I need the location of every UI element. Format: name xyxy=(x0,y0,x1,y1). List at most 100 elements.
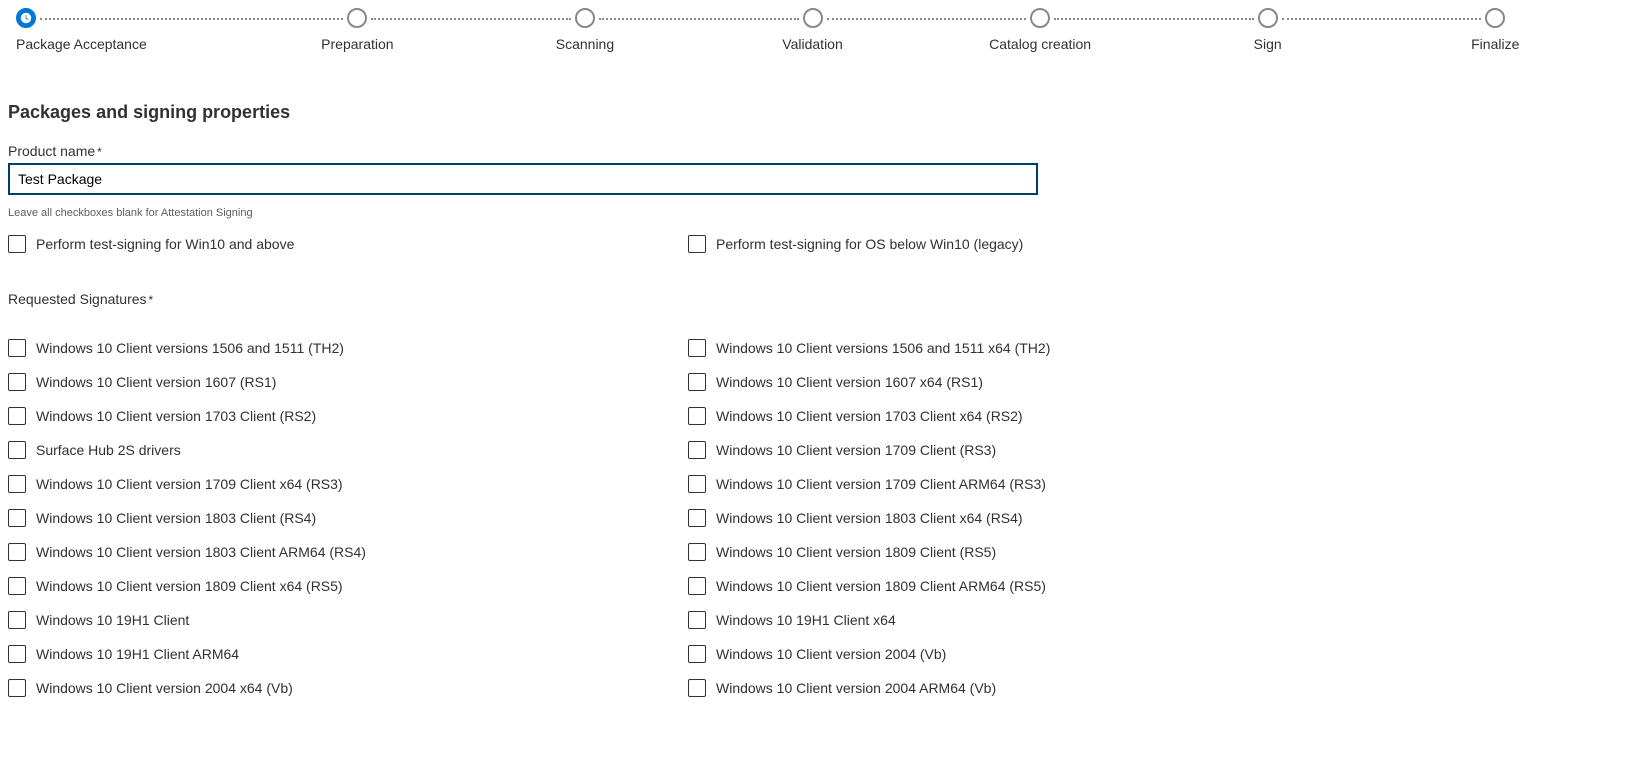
signature-label[interactable]: Windows 10 Client versions 1506 and 1511… xyxy=(716,340,1050,356)
signature-label[interactable]: Windows 10 Client version 1803 Client x6… xyxy=(716,510,1023,526)
step-label: Scanning xyxy=(556,36,614,52)
step-connector xyxy=(827,18,1027,20)
signature-checkbox[interactable] xyxy=(688,611,706,629)
step-connector xyxy=(1282,18,1482,20)
signature-label[interactable]: Surface Hub 2S drivers xyxy=(36,442,181,458)
signature-option: Windows 10 Client version 1709 Client AR… xyxy=(688,467,1328,501)
signature-checkbox[interactable] xyxy=(8,475,26,493)
signature-option: Windows 10 Client version 1809 Client AR… xyxy=(688,569,1328,603)
step-label: Catalog creation xyxy=(989,36,1091,52)
signature-option: Windows 10 Client version 1803 Client x6… xyxy=(688,501,1328,535)
signature-label[interactable]: Windows 10 19H1 Client x64 xyxy=(716,612,896,628)
test-sign-win10-checkbox[interactable] xyxy=(8,235,26,253)
signature-label[interactable]: Windows 10 Client version 1607 (RS1) xyxy=(36,374,276,390)
signature-checkbox[interactable] xyxy=(8,577,26,595)
step-scanning[interactable]: Scanning xyxy=(471,8,699,52)
requested-signatures-label: Requested Signatures xyxy=(8,291,1617,307)
signature-label[interactable]: Windows 10 Client versions 1506 and 1511… xyxy=(36,340,344,356)
signature-checkbox[interactable] xyxy=(8,509,26,527)
signature-option: Windows 10 Client version 1703 Client x6… xyxy=(688,399,1328,433)
signature-checkbox[interactable] xyxy=(8,611,26,629)
step-circle-icon xyxy=(1030,8,1050,28)
signature-checkbox[interactable] xyxy=(688,475,706,493)
signature-label[interactable]: Windows 10 Client version 1809 Client (R… xyxy=(716,544,996,560)
signature-checkbox[interactable] xyxy=(8,441,26,459)
signature-option: Surface Hub 2S drivers xyxy=(8,433,648,467)
step-preparation[interactable]: Preparation xyxy=(244,8,472,52)
signature-checkbox[interactable] xyxy=(8,373,26,391)
signature-label[interactable]: Windows 10 Client version 1703 Client (R… xyxy=(36,408,316,424)
signature-option: Windows 10 Client versions 1506 and 1511… xyxy=(688,331,1328,365)
signature-label[interactable]: Windows 10 Client version 1809 Client x6… xyxy=(36,578,343,594)
signature-option: Windows 10 19H1 Client ARM64 xyxy=(8,637,648,671)
section-title: Packages and signing properties xyxy=(8,102,1617,123)
signature-checkbox[interactable] xyxy=(688,339,706,357)
step-connector xyxy=(371,18,571,20)
signatures-column-right: Windows 10 Client versions 1506 and 1511… xyxy=(688,331,1328,705)
signature-option: Windows 10 Client version 1803 Client (R… xyxy=(8,501,648,535)
signature-checkbox[interactable] xyxy=(688,509,706,527)
signature-option: Windows 10 Client versions 1506 and 1511… xyxy=(8,331,648,365)
test-sign-legacy-label[interactable]: Perform test-signing for OS below Win10 … xyxy=(716,236,1023,252)
signature-option: Windows 10 Client version 1809 Client (R… xyxy=(688,535,1328,569)
signature-option: Windows 10 Client version 1809 Client x6… xyxy=(8,569,648,603)
signature-checkbox[interactable] xyxy=(8,679,26,697)
signature-checkbox[interactable] xyxy=(688,679,706,697)
step-connector xyxy=(599,18,799,20)
step-circle-icon xyxy=(347,8,367,28)
signature-checkbox[interactable] xyxy=(8,407,26,425)
test-sign-legacy-checkbox[interactable] xyxy=(688,235,706,253)
step-label: Sign xyxy=(1254,36,1282,52)
signature-label[interactable]: Windows 10 19H1 Client xyxy=(36,612,189,628)
step-connector xyxy=(40,18,343,20)
signature-option: Windows 10 Client version 1703 Client (R… xyxy=(8,399,648,433)
step-label: Finalize xyxy=(1471,36,1519,52)
product-name-input[interactable] xyxy=(8,163,1038,195)
signature-checkbox[interactable] xyxy=(688,407,706,425)
step-sign[interactable]: Sign xyxy=(1154,8,1382,52)
step-connector xyxy=(1054,18,1254,20)
signature-label[interactable]: Windows 10 Client version 2004 x64 (Vb) xyxy=(36,680,293,696)
signature-label[interactable]: Windows 10 Client version 2004 (Vb) xyxy=(716,646,946,662)
signature-checkbox[interactable] xyxy=(688,645,706,663)
signature-option: Windows 10 Client version 2004 ARM64 (Vb… xyxy=(688,671,1328,705)
signature-label[interactable]: Windows 10 Client version 1709 Client AR… xyxy=(716,476,1046,492)
signature-checkbox[interactable] xyxy=(688,543,706,561)
signature-label[interactable]: Windows 10 Client version 1803 Client AR… xyxy=(36,544,366,560)
signature-label[interactable]: Windows 10 19H1 Client ARM64 xyxy=(36,646,239,662)
attestation-hint: Leave all checkboxes blank for Attestati… xyxy=(8,207,1617,219)
step-catalog-creation[interactable]: Catalog creation xyxy=(926,8,1154,52)
step-circle-icon xyxy=(1258,8,1278,28)
step-finalize[interactable]: Finalize xyxy=(1381,8,1609,52)
step-label: Preparation xyxy=(321,36,393,52)
signature-option: Windows 10 Client version 1607 x64 (RS1) xyxy=(688,365,1328,399)
test-sign-win10-label[interactable]: Perform test-signing for Win10 and above xyxy=(36,236,294,252)
signature-label[interactable]: Windows 10 Client version 1709 Client (R… xyxy=(716,442,996,458)
step-label: Package Acceptance xyxy=(16,36,147,52)
signature-label[interactable]: Windows 10 Client version 1803 Client (R… xyxy=(36,510,316,526)
signature-label[interactable]: Windows 10 Client version 2004 ARM64 (Vb… xyxy=(716,680,996,696)
signature-label[interactable]: Windows 10 Client version 1709 Client x6… xyxy=(36,476,343,492)
product-name-label: Product name xyxy=(8,143,1617,159)
wizard-stepper: Package Acceptance Preparation Scanning Val… xyxy=(8,8,1617,52)
signature-label[interactable]: Windows 10 Client version 1809 Client AR… xyxy=(716,578,1046,594)
signature-option: Windows 10 Client version 2004 (Vb) xyxy=(688,637,1328,671)
step-circle-icon xyxy=(803,8,823,28)
signature-checkbox[interactable] xyxy=(8,645,26,663)
step-label: Validation xyxy=(782,36,842,52)
signature-checkbox[interactable] xyxy=(688,441,706,459)
signature-checkbox[interactable] xyxy=(688,373,706,391)
signature-option: Windows 10 Client version 1803 Client AR… xyxy=(8,535,648,569)
signature-label[interactable]: Windows 10 Client version 1703 Client x6… xyxy=(716,408,1023,424)
signature-option: Windows 10 Client version 1607 (RS1) xyxy=(8,365,648,399)
signatures-column-left: Windows 10 Client versions 1506 and 1511… xyxy=(8,331,648,705)
signature-option: Windows 10 Client version 1709 Client x6… xyxy=(8,467,648,501)
signature-checkbox[interactable] xyxy=(8,339,26,357)
step-package-acceptance[interactable]: Package Acceptance xyxy=(16,8,244,52)
signature-option: Windows 10 Client version 1709 Client (R… xyxy=(688,433,1328,467)
step-validation[interactable]: Validation xyxy=(699,8,927,52)
signature-checkbox[interactable] xyxy=(8,543,26,561)
signature-checkbox[interactable] xyxy=(688,577,706,595)
signature-label[interactable]: Windows 10 Client version 1607 x64 (RS1) xyxy=(716,374,983,390)
step-circle-icon xyxy=(1485,8,1505,28)
